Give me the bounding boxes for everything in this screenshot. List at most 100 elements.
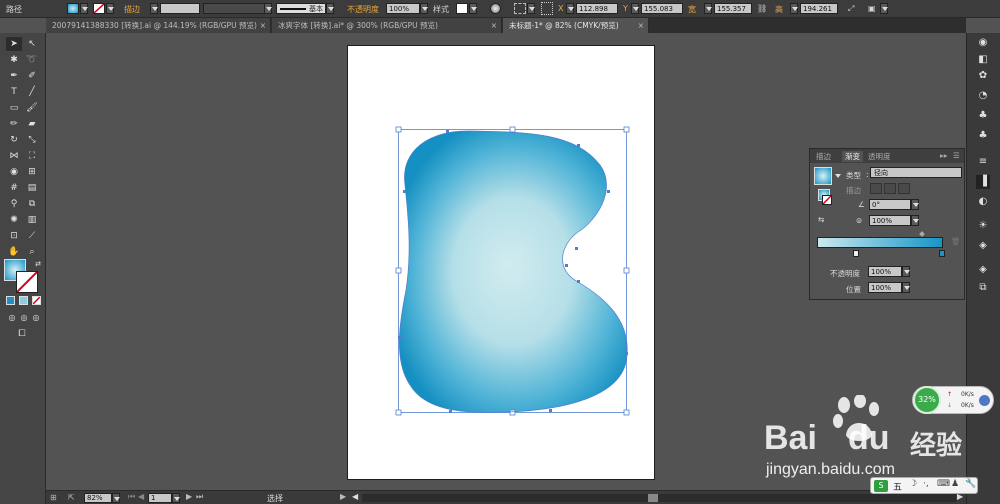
color-icon[interactable]: ◔ (976, 89, 990, 103)
graphic-styles-icon[interactable]: ◈ (976, 239, 990, 253)
reverse-gradient-icon[interactable]: ⇆ (818, 215, 824, 224)
anchor-point[interactable] (625, 352, 628, 355)
stroke-gradient-option-2[interactable] (884, 183, 896, 194)
watermark-sub: 经验 (910, 431, 963, 461)
half-width-icon[interactable]: ☽ (909, 479, 917, 489)
prev-artboard-icon[interactable]: ◀ (138, 492, 144, 501)
brushes-icon[interactable]: ✿ (976, 69, 990, 83)
stroke-label: 描边 (846, 186, 861, 195)
ime-logo-icon[interactable]: S (874, 480, 888, 492)
midpoint-slider[interactable] (919, 231, 925, 237)
symbols-club-icon[interactable]: ♣ (976, 129, 990, 143)
resize-handle[interactable] (509, 126, 516, 133)
delete-stop-icon[interactable]: 🗑 (951, 237, 961, 246)
symbols-icon[interactable]: ♣ (976, 109, 990, 123)
tab-transparency[interactable]: 透明度 (868, 151, 891, 162)
watermark-brand: Bai (764, 419, 817, 457)
anchor-point[interactable] (577, 280, 580, 283)
artboards-icon[interactable]: ⧉ (976, 281, 990, 295)
network-speed-widget[interactable]: 32% ↑ 0K/s ↓ 0K/s (912, 386, 994, 414)
download-speed: 0K/s (961, 402, 974, 409)
swatches-icon[interactable]: ◧ (976, 53, 990, 67)
gradient-preset-dropdown[interactable] (834, 171, 842, 182)
color-stop-right[interactable] (939, 250, 945, 257)
current-tool-label: 选择 (267, 494, 283, 503)
anchor-point[interactable] (446, 130, 449, 133)
ime-toolbar[interactable]: S 五 ☽ ·, ⌨ ♟ 🔧 (870, 477, 978, 494)
stroke-swatch-small[interactable] (822, 195, 832, 205)
resize-handle[interactable] (509, 409, 516, 416)
b-shape-artwork[interactable] (399, 130, 628, 413)
anchor-point[interactable] (403, 190, 406, 193)
anchor-point[interactable] (575, 247, 578, 250)
artboard-icon[interactable]: ⊞ (50, 493, 57, 502)
collapse-icon[interactable]: ▸▸ (940, 151, 948, 160)
appearance-icon[interactable]: ☀ (976, 219, 990, 233)
aspect-ratio-dropdown[interactable] (911, 215, 919, 226)
layers-icon[interactable]: ◈ (976, 263, 990, 277)
anchor-point[interactable] (549, 409, 552, 412)
rocket-icon[interactable] (979, 395, 990, 406)
anchor-point[interactable] (449, 410, 452, 413)
memory-percent-badge[interactable]: 32% (913, 386, 941, 414)
export-icon[interactable]: ⇱ (68, 493, 75, 502)
zoom-dropdown[interactable] (112, 493, 120, 503)
location-label: 位置 (846, 285, 861, 294)
aspect-ratio-field[interactable]: 100% (869, 215, 911, 226)
status-bar: ⊞ ⇱ 82% ⏮ ◀ 1 ▶ ⏭ 选择 ▶ ◀ ▶ (46, 490, 966, 504)
horizontal-scrollbar[interactable] (362, 494, 956, 502)
scrollbar-thumb[interactable] (648, 494, 658, 502)
location-field[interactable]: 100% (868, 282, 902, 293)
ime-mode-label[interactable]: 五 (893, 480, 902, 493)
artboard-number-field[interactable]: 1 (148, 493, 172, 503)
keyboard-icon[interactable]: ⌨ (937, 479, 950, 489)
opacity-dropdown[interactable] (902, 266, 910, 277)
tools-icon[interactable]: 🔧 (965, 479, 976, 489)
scroll-left-icon[interactable]: ◀ (352, 492, 358, 501)
gradient-panel-icon[interactable]: ▐ (976, 175, 990, 189)
zoom-field[interactable]: 82% (84, 493, 112, 503)
gradient-slider[interactable] (817, 237, 943, 248)
anchor-point[interactable] (577, 144, 580, 147)
resize-handle[interactable] (395, 409, 402, 416)
resize-handle[interactable] (395, 267, 402, 274)
opacity-field[interactable]: 100% (868, 266, 902, 277)
artboard-dropdown[interactable] (172, 493, 180, 503)
stroke-gradient-option-3[interactable] (898, 183, 910, 194)
color-stop-left[interactable] (853, 250, 859, 257)
gradient-preview-swatch[interactable] (814, 167, 832, 185)
stroke-panel-icon[interactable]: ≡ (976, 155, 990, 169)
aspect-ratio-icon: ⊜ (856, 216, 863, 225)
transparency-icon[interactable]: ◐ (976, 195, 990, 209)
resize-handle[interactable] (623, 126, 630, 133)
first-artboard-icon[interactable]: ⏮ (128, 492, 135, 502)
upload-speed: 0K/s (961, 391, 974, 398)
panel-menu-icon[interactable]: ☰ (953, 151, 960, 160)
color-guide-icon[interactable]: ◉ (976, 36, 990, 50)
location-dropdown[interactable] (902, 282, 910, 293)
upload-arrow-icon: ↑ (947, 391, 953, 398)
angle-field[interactable]: 0° (869, 199, 911, 210)
angle-icon: ∠ (858, 200, 865, 209)
anchor-point[interactable] (398, 336, 401, 339)
next-artboard-icon[interactable]: ▶ (186, 492, 192, 501)
anchor-point[interactable] (565, 264, 568, 267)
tab-gradient[interactable]: 渐变 (842, 151, 863, 162)
resize-handle[interactable] (395, 126, 402, 133)
skin-icon[interactable]: ♟ (951, 479, 959, 489)
resize-handle[interactable] (623, 267, 630, 274)
tab-stroke[interactable]: 描边 (816, 151, 831, 162)
panel-header: 描边 渐变 透明度 ▸▸ ☰ (810, 149, 964, 163)
download-arrow-icon: ↓ (947, 402, 953, 409)
status-menu-icon[interactable]: ▶ (340, 492, 346, 501)
stroke-gradient-option-1[interactable] (870, 183, 882, 194)
angle-dropdown[interactable] (911, 199, 919, 210)
last-artboard-icon[interactable]: ⏭ (196, 492, 203, 502)
type-label: 类型 (846, 171, 861, 180)
anchor-point[interactable] (607, 190, 610, 193)
gradient-panel: 描边 渐变 透明度 ▸▸ ☰ 类型 : 径向 描边 ⇆ ∠ 0° ⊜ 100% … (809, 148, 965, 300)
type-select[interactable]: 径向 (870, 167, 962, 178)
punctuation-icon[interactable]: ·, (923, 479, 929, 489)
opacity-label: 不透明度 (830, 269, 860, 278)
resize-handle[interactable] (623, 409, 630, 416)
